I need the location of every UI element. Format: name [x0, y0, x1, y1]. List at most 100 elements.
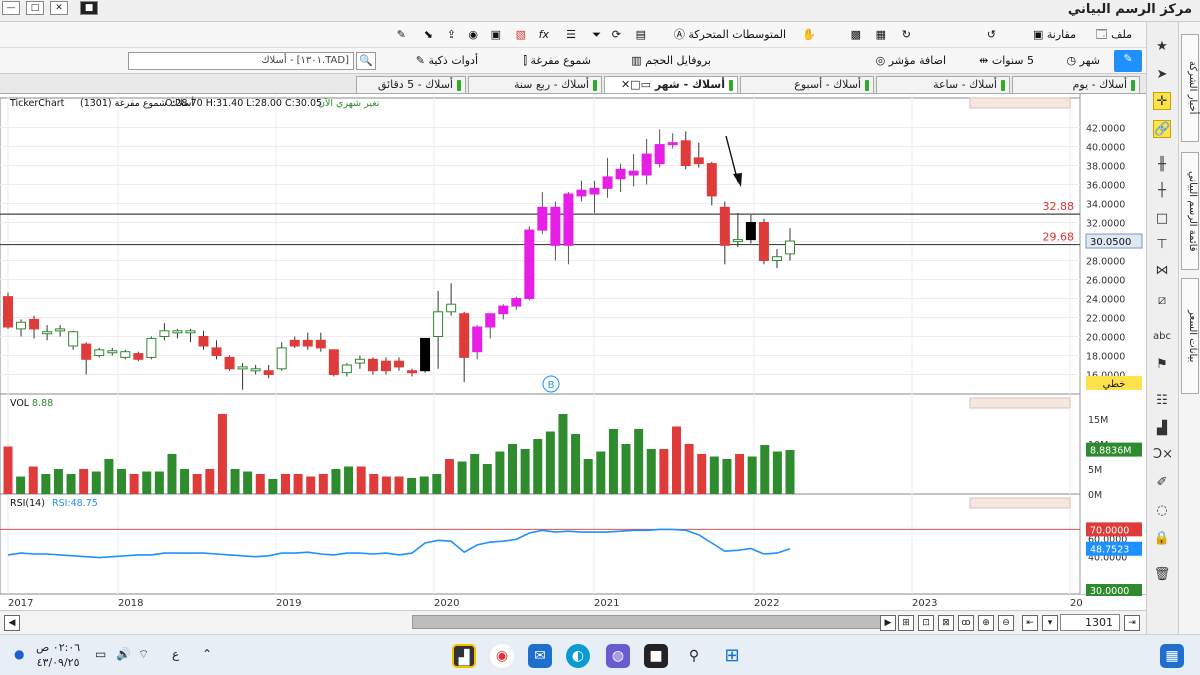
first-icon[interactable]: ⇤ — [1022, 615, 1038, 631]
tab-week[interactable]: أسلاك - أسبوع — [740, 76, 874, 93]
add-indicator-button[interactable]: اضافة مؤشر ◎ — [876, 52, 946, 70]
channel-icon[interactable]: ⧄ — [1153, 292, 1171, 310]
draw-button[interactable]: ✎ — [397, 26, 406, 44]
language-indicator[interactable]: ع — [172, 647, 179, 661]
chart-area[interactable]: 2017 2018 2019 2020 2021 2022 2023 20 42.0000 40.… — [0, 94, 1147, 610]
grid-button[interactable]: ▦ — [876, 26, 886, 44]
panel-controls — [969, 397, 1071, 409]
tab-5min[interactable]: أسلاك - 5 دقائق — [356, 76, 466, 93]
smart-tools-button[interactable]: أدوات ذكية ✎ — [416, 52, 478, 70]
price-tick-label: 42.0000 — [1086, 124, 1125, 135]
record-button[interactable]: ■ — [80, 1, 98, 15]
horizontal-line-icon[interactable]: ┼ — [1153, 182, 1171, 200]
scroll-right-button[interactable]: ▶ — [880, 615, 896, 631]
side-tab-3[interactable]: بيانات السعر — [1181, 278, 1199, 394]
crosshair-icon[interactable]: ✛ — [1153, 92, 1171, 110]
scroll-thumb[interactable] — [412, 615, 882, 629]
symbol-search-input[interactable]: [TAD.١٣٠١] - أسلاك — [128, 52, 354, 70]
snapshot-button[interactable]: ▩ — [851, 26, 861, 44]
search-button[interactable]: 🔍 — [356, 52, 376, 70]
lock-icon[interactable]: 🔒 — [1153, 530, 1171, 548]
hand-icon-button[interactable]: ↺ — [987, 26, 996, 44]
layout-button[interactable]: ▤ — [636, 26, 646, 44]
pin-button[interactable]: ⬊ — [424, 26, 433, 44]
zoom-in-icon[interactable]: ⊕ — [978, 615, 994, 631]
candle-body — [68, 331, 79, 347]
favorite-icon[interactable]: ★ — [1153, 38, 1171, 56]
template-button[interactable]: ▣ — [491, 26, 501, 44]
brush-icon[interactable]: ✐ — [1153, 474, 1171, 492]
link-zoom-icon[interactable]: ꝏ — [958, 615, 974, 631]
widgets-icon[interactable]: ■ — [644, 644, 668, 668]
side-tab-2[interactable]: قائمة الرسم البياني — [1181, 152, 1199, 270]
volume-profile-button[interactable]: بروفايل الحجم ▥ — [631, 52, 711, 70]
ruler-icon[interactable]: ⊤ — [1153, 236, 1171, 254]
volume-icon[interactable]: 🔊 — [116, 647, 131, 661]
color-button[interactable]: ▧ — [516, 26, 526, 44]
text-icon[interactable]: abc — [1153, 328, 1171, 346]
wifi-icon[interactable]: ⌔ — [138, 647, 149, 662]
bar-select-icon[interactable]: ▾ — [1042, 615, 1058, 631]
vertical-line-icon[interactable]: ╫ — [1153, 156, 1171, 174]
export-button[interactable]: ⇪ — [447, 26, 456, 44]
filter-button[interactable]: ⏷ — [592, 26, 601, 44]
list-icon[interactable]: ☷ — [1153, 392, 1171, 410]
zoom-fit-icon[interactable]: ⊠ — [938, 615, 954, 631]
file-menu[interactable]: ملف 🗔 — [1096, 26, 1132, 44]
reset-icon[interactable]: ⊡ — [918, 615, 934, 631]
candle-body — [224, 356, 235, 370]
zoom-out-icon[interactable]: ⊖ — [998, 615, 1014, 631]
period-select[interactable]: شهر ◷ — [1067, 52, 1100, 70]
info-icon[interactable]: ● — [14, 647, 24, 661]
volume-bar — [356, 466, 366, 494]
tab-month[interactable]: أسلاك - شهر ▭□✕ — [604, 76, 738, 93]
chart-data-icon[interactable]: ▟ — [1153, 420, 1171, 438]
pan-button[interactable]: ✋ — [802, 26, 816, 44]
chart-svg[interactable]: 2017 2018 2019 2020 2021 2022 2023 20 42.0000 40.… — [0, 94, 1147, 610]
tab-quarter[interactable]: أسلاك - ربع سنة — [468, 76, 602, 93]
chevron-up-icon[interactable]: ⌃ — [202, 647, 212, 661]
side-tab-1[interactable]: أخبار الشركة — [1181, 34, 1199, 142]
draw-tool-button[interactable]: ✎ — [1114, 50, 1142, 72]
teams-icon[interactable]: ◍ — [606, 644, 630, 668]
rsi-current-value: 48.7523 — [1090, 545, 1129, 556]
pattern-icon[interactable]: ⋈ — [1153, 262, 1171, 280]
range-select[interactable]: 5 سنوات ⇹ — [979, 52, 1034, 70]
erase-link-icon[interactable]: Ɔ× — [1153, 446, 1173, 464]
hollow-candles-button[interactable]: شموع مفرغة ⫿ — [523, 52, 591, 70]
formula-button[interactable]: fx — [539, 26, 549, 44]
start-icon[interactable]: ⊞ — [720, 644, 744, 668]
lines-button[interactable]: ☰ — [566, 26, 576, 44]
bar-number-input[interactable]: 1301 — [1060, 614, 1120, 631]
last-icon[interactable]: ⇥ — [1124, 615, 1140, 631]
search-taskbar-icon[interactable]: ⚲ — [682, 644, 706, 668]
volume-bar — [167, 454, 177, 494]
tab-day[interactable]: أسلاك - يوم — [1012, 76, 1140, 93]
screenshot-button[interactable]: ◉ — [468, 26, 478, 44]
compare-button[interactable]: مقارنة ▣ — [1033, 26, 1076, 44]
desktop-corner-icon[interactable]: ▦ — [1160, 644, 1184, 668]
moving-averages-button[interactable]: المتوسطات المتحركة Ⓐ — [674, 26, 786, 44]
price-tick-label: 32.0000 — [1086, 219, 1125, 230]
fit-icon[interactable]: ⊞ — [898, 615, 914, 631]
minimize-button[interactable]: — — [2, 1, 20, 15]
mail-icon[interactable]: ✉ — [528, 644, 552, 668]
sync-button[interactable]: ⟳ — [612, 26, 621, 44]
rectangle-icon[interactable]: □ — [1153, 210, 1171, 228]
clock[interactable]: ٠٢:٠٦ ص ٤٣/٠٩/٢٥ — [36, 640, 80, 670]
chrome-icon[interactable]: ◉ — [490, 644, 514, 668]
link-icon[interactable]: 🔗 — [1153, 120, 1171, 138]
redo-button[interactable]: ↻ — [902, 26, 911, 44]
flag-icon[interactable]: ⚑ — [1153, 356, 1171, 374]
tickerchart-app-icon[interactable]: ▟ — [452, 644, 476, 668]
maximize-button[interactable]: □ — [26, 1, 44, 15]
tab-hour[interactable]: أسلاك - ساعة — [876, 76, 1010, 93]
candle-body — [328, 349, 339, 376]
hide-icon[interactable]: ◌ — [1153, 502, 1171, 520]
scroll-left-button[interactable]: ◀ — [4, 615, 20, 631]
edge-icon[interactable]: ◐ — [566, 644, 590, 668]
trash-icon[interactable]: 🗑 — [1153, 566, 1171, 584]
cursor-icon[interactable]: ➤ — [1153, 66, 1171, 84]
close-button[interactable]: ✕ — [50, 1, 68, 15]
battery-icon[interactable]: ▭ — [95, 647, 106, 661]
